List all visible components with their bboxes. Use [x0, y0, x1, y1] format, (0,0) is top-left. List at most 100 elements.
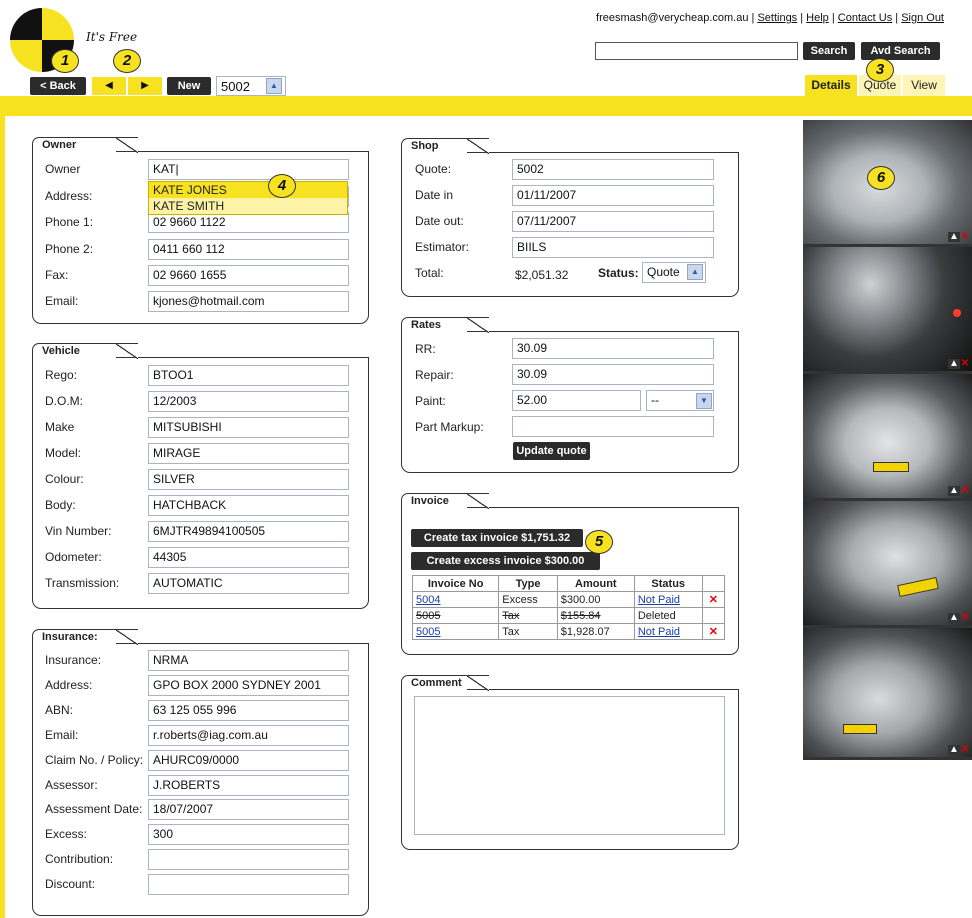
tab-view[interactable]: View: [903, 75, 945, 96]
rates-panel-title: Rates: [401, 317, 467, 333]
rr-input[interactable]: 30.09: [512, 338, 714, 359]
repair-input[interactable]: 30.09: [512, 364, 714, 385]
panel-tab-edge: [116, 629, 138, 645]
prev-record-button[interactable]: ◀: [92, 77, 126, 95]
invoice-table-body: 5004 Excess $300.00 Not Paid ✕ 5005 Tax $155.84…: [411, 591, 726, 640]
insurance-field-input[interactable]: 63 125 055 996: [148, 699, 349, 721]
invoice-row-actions: [701, 607, 726, 624]
delete-photo-icon[interactable]: ✕: [960, 745, 970, 755]
insurance-field-input[interactable]: [148, 849, 349, 871]
suggestion-item[interactable]: KATE SMITH: [149, 198, 347, 214]
photo-dashboard[interactable]: ▲ ✕: [803, 247, 972, 374]
create-tax-invoice-button[interactable]: Create tax invoice $1,751.32: [411, 529, 583, 547]
suggestion-item[interactable]: KATE JONES: [149, 182, 347, 198]
delete-photo-icon[interactable]: ✕: [960, 613, 970, 623]
vehicle-field-label: Vin Number:: [45, 524, 112, 538]
move-up-icon[interactable]: ▲: [948, 232, 960, 242]
vehicle-field-input[interactable]: AUTOMATIC: [148, 573, 349, 594]
invoice-amount: $155.84: [556, 607, 635, 624]
insurance-field-label: Email:: [45, 727, 79, 742]
create-excess-invoice-button[interactable]: Create excess invoice $300.00: [411, 552, 600, 570]
insurance-field-input[interactable]: 300: [148, 824, 349, 846]
vehicle-field-label: Transmission:: [45, 576, 120, 590]
part-markup-input[interactable]: [512, 416, 714, 437]
delete-photo-icon[interactable]: ✕: [960, 486, 970, 496]
paint-select-arrow-icon[interactable]: ▼: [696, 393, 712, 409]
invoice-number-link[interactable]: 5005: [411, 623, 500, 640]
fax-label: Fax:: [45, 268, 69, 282]
panel-tab-edge: [116, 137, 138, 153]
phone2-input[interactable]: 0411 660 112: [148, 239, 349, 260]
sign-out-link[interactable]: Sign Out: [901, 12, 944, 24]
photo-car-rear-side[interactable]: ▲ ✕: [803, 628, 972, 760]
owner-input[interactable]: KAT|: [148, 159, 349, 180]
insurance-field-input[interactable]: J.ROBERTS: [148, 774, 349, 796]
invoice-status[interactable]: Not Paid: [633, 591, 703, 608]
col-invoice-no: Invoice No: [411, 575, 500, 592]
avd-search-button[interactable]: Avd Search: [861, 42, 940, 60]
shop-field-input[interactable]: 01/11/2007: [512, 185, 714, 206]
insurance-field-input[interactable]: [148, 874, 349, 896]
update-quote-button[interactable]: Update quote: [513, 442, 590, 460]
photo-rear-damage[interactable]: ▲ ✕: [803, 501, 972, 628]
header-band: [0, 96, 972, 116]
insurance-field-label: Address:: [45, 677, 93, 692]
invoice-table-header: Invoice No Type Amount Status: [411, 575, 726, 592]
insurance-field-input[interactable]: NRMA: [148, 650, 349, 671]
shop-field-input[interactable]: 5002: [512, 159, 714, 180]
insurance-field-input[interactable]: 18/07/2007: [148, 799, 349, 821]
owner-email-input[interactable]: kjones@hotmail.com: [148, 291, 349, 312]
move-up-icon[interactable]: ▲: [948, 745, 960, 755]
shop-field-label: Quote:: [415, 162, 452, 176]
vehicle-field-input[interactable]: 12/2003: [148, 391, 349, 412]
insurance-field-input[interactable]: GPO BOX 2000 SYDNEY 2001: [148, 674, 349, 696]
vehicle-field-input[interactable]: SILVER: [148, 469, 349, 490]
back-button[interactable]: < Back: [30, 77, 86, 95]
delete-photo-icon[interactable]: ✕: [960, 359, 970, 369]
insurance-field-input[interactable]: AHURC09/0000: [148, 749, 349, 771]
status-select-arrow-icon[interactable]: ▲: [687, 264, 703, 280]
tab-details[interactable]: Details: [805, 75, 857, 96]
shop-field-input[interactable]: 07/11/2007: [512, 211, 714, 232]
fax-input[interactable]: 02 9660 1655: [148, 265, 349, 286]
invoice-number-link[interactable]: 5004: [411, 591, 500, 608]
delete-invoice-icon[interactable]: ✕: [709, 594, 718, 606]
tagline: It's Free: [86, 30, 138, 44]
paint-input[interactable]: 52.00: [512, 390, 641, 411]
vehicle-field-input[interactable]: MIRAGE: [148, 443, 349, 464]
invoice-status: Deleted: [633, 607, 703, 624]
panel-tab-edge: [467, 317, 489, 333]
help-link[interactable]: Help: [806, 12, 829, 24]
delete-invoice-icon[interactable]: ✕: [709, 626, 718, 638]
move-up-icon[interactable]: ▲: [948, 613, 960, 623]
rr-label: RR:: [415, 342, 436, 356]
vehicle-field-input[interactable]: 6MJTR49894100505: [148, 521, 349, 542]
phone1-input[interactable]: 02 9660 1122: [148, 212, 349, 233]
delete-photo-icon[interactable]: ✕: [960, 232, 970, 242]
new-button[interactable]: New: [167, 77, 211, 95]
vehicle-field-input[interactable]: 44305: [148, 547, 349, 568]
panel-tab-edge: [467, 138, 489, 154]
owner-panel-title: Owner: [32, 137, 116, 153]
settings-link[interactable]: Settings: [757, 12, 797, 24]
move-up-icon[interactable]: ▲: [948, 486, 960, 496]
shop-field-input[interactable]: BIILS: [512, 237, 714, 258]
insurance-field-input[interactable]: r.roberts@iag.com.au: [148, 724, 349, 746]
comment-textarea[interactable]: [414, 696, 725, 835]
callout-badge-4: 4: [268, 174, 296, 198]
invoice-status[interactable]: Not Paid: [633, 623, 703, 640]
next-record-button[interactable]: ▶: [128, 77, 162, 95]
record-stepper-icon[interactable]: ▲: [266, 78, 282, 94]
triangle-right-icon: ▶: [141, 80, 149, 91]
vehicle-field-input[interactable]: HATCHBACK: [148, 495, 349, 516]
vehicle-field-input[interactable]: BTOO1: [148, 365, 349, 386]
search-input[interactable]: [595, 42, 798, 60]
vehicle-field-label: Make: [45, 420, 75, 434]
move-up-icon[interactable]: ▲: [948, 359, 960, 369]
vehicle-field-label: D.O.M:: [45, 394, 83, 408]
photo-car-rear[interactable]: ▲ ✕: [803, 374, 972, 501]
panel-tab-edge: [467, 493, 489, 509]
search-button[interactable]: Search: [803, 42, 855, 60]
vehicle-field-input[interactable]: MITSUBISHI: [148, 417, 349, 438]
contact-us-link[interactable]: Contact Us: [838, 12, 892, 24]
